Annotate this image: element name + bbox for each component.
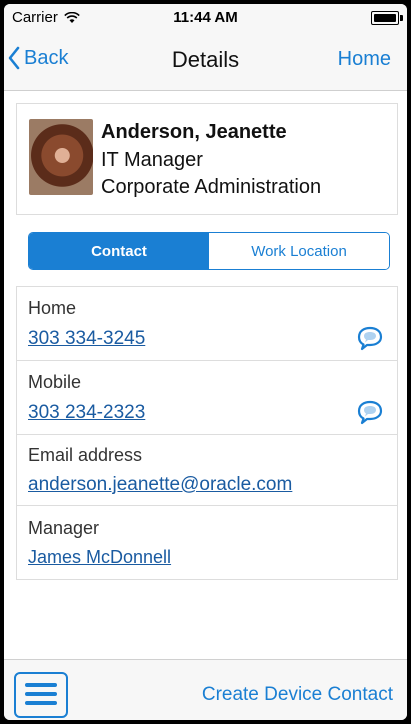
mobile-phone-link[interactable]: 303 234-2323 <box>28 402 145 424</box>
avatar <box>29 119 93 195</box>
phone-screen: Carrier 11:44 AM Back Details Home Ander… <box>4 4 407 720</box>
email-label: Email address <box>28 445 143 465</box>
navigation-bar: Back Details Home <box>4 32 407 91</box>
battery-icon <box>371 11 403 25</box>
email-link[interactable]: anderson.jeanette@oracle.com <box>28 474 292 496</box>
manager-link[interactable]: James McDonnell <box>28 547 171 568</box>
employee-name: Anderson, Jeanette <box>101 121 287 143</box>
contact-list: Home 303 334-3245 Mobile 303 234-2323 Em… <box>16 286 398 580</box>
tab-work-location[interactable]: Work Location <box>209 233 389 269</box>
tab-contact[interactable]: Contact <box>29 233 209 269</box>
employee-job-title: IT Manager <box>101 149 203 171</box>
list-item-home: Home 303 334-3245 <box>17 287 397 361</box>
list-item-manager: Manager James McDonnell <box>17 506 397 578</box>
status-bar: Carrier 11:44 AM <box>4 4 407 32</box>
manager-label: Manager <box>28 518 100 538</box>
profile-card: Anderson, Jeanette IT Manager Corporate … <box>16 103 398 215</box>
detail-content: Anderson, Jeanette IT Manager Corporate … <box>4 91 407 659</box>
home-button[interactable]: Home <box>338 48 391 71</box>
home-phone-link[interactable]: 303 334-3245 <box>28 328 145 350</box>
chat-bubbles-icon[interactable] <box>355 399 385 425</box>
list-item-mobile: Mobile 303 234-2323 <box>17 361 397 435</box>
employee-department: Corporate Administration <box>101 176 322 198</box>
menu-button[interactable] <box>14 672 68 718</box>
hamburger-icon <box>25 692 57 696</box>
chat-bubbles-icon[interactable] <box>355 325 385 351</box>
hamburger-icon <box>25 683 57 687</box>
segmented-control: Contact Work Location <box>28 232 390 270</box>
bottom-toolbar: Create Device Contact <box>4 659 407 720</box>
hamburger-icon <box>25 701 57 705</box>
home-label: Home <box>28 298 77 318</box>
create-device-contact-button[interactable]: Create Device Contact <box>202 684 393 706</box>
status-time: 11:44 AM <box>173 9 238 26</box>
mobile-label: Mobile <box>28 372 82 392</box>
list-item-email: Email address anderson.jeanette@oracle.c… <box>17 435 397 506</box>
